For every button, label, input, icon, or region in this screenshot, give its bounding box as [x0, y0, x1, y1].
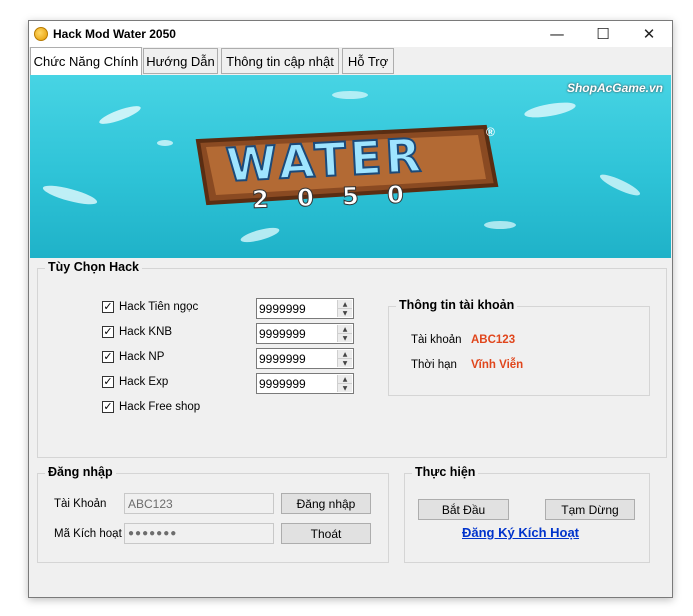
arrow-up-icon[interactable]: ▲ [338, 325, 352, 334]
logo-year: 2 0 5 0 [251, 180, 415, 215]
app-icon [34, 27, 48, 41]
hack-np-option[interactable]: ✓ Hack NP [102, 349, 164, 365]
watermark-text: ShopAcGame.vn [566, 81, 663, 95]
option-label: Hack Tiên ngọc [119, 301, 199, 313]
close-button[interactable]: ✕ [626, 21, 672, 47]
term-value: Vĩnh Viễn [471, 359, 524, 371]
arrow-down-icon[interactable]: ▼ [338, 334, 352, 342]
arrow-down-icon[interactable]: ▼ [338, 359, 352, 367]
login-button[interactable]: Đăng nhập [281, 493, 371, 514]
activation-code-input[interactable]: ●●●●●●● [124, 523, 274, 544]
option-label: Hack Free shop [119, 401, 201, 413]
account-label: Tài khoản [411, 334, 462, 346]
account-field-label: Tài Khoản [54, 498, 107, 510]
check-icon[interactable]: ✓ [102, 351, 114, 363]
hack-exp-option[interactable]: ✓ Hack Exp [102, 374, 168, 390]
stepper-value[interactable]: 9999999 [259, 352, 306, 366]
stepper-value[interactable]: 9999999 [259, 327, 306, 341]
app-window: Hack Mod Water 2050 — ☐ ✕ Chức Năng Chín… [28, 20, 673, 598]
login-group: Đăng nhập Tài Khoản ABC123 Mã Kích hoạt … [37, 465, 389, 563]
minimize-button[interactable]: — [534, 21, 580, 47]
account-info-title: Thông tin tài khoản [396, 298, 518, 312]
stepper-buttons: ▲ ▼ [337, 325, 352, 342]
actions-title: Thực hiện [412, 465, 479, 479]
stepper-value[interactable]: 9999999 [259, 302, 306, 316]
option-label: Hack KNB [119, 326, 173, 338]
hack-knb-option[interactable]: ✓ Hack KNB [102, 324, 172, 340]
arrow-down-icon[interactable]: ▼ [338, 384, 352, 392]
check-icon[interactable]: ✓ [102, 301, 114, 313]
term-label: Thời hạn [411, 359, 457, 371]
account-info-group: Thông tin tài khoản Tài khoản ABC123 Thờ… [388, 298, 650, 396]
tab-guide[interactable]: Hướng Dẫn [143, 48, 218, 74]
pause-button[interactable]: Tạm Dừng [545, 499, 635, 520]
activation-field-label: Mã Kích hoạt [54, 528, 122, 540]
window-title: Hack Mod Water 2050 [53, 27, 176, 41]
tien-ngoc-value-stepper[interactable]: 9999999 ▲ ▼ [256, 298, 354, 319]
tab-support[interactable]: Hỗ Trợ [342, 48, 394, 74]
arrow-up-icon[interactable]: ▲ [338, 350, 352, 359]
check-icon[interactable]: ✓ [102, 376, 114, 388]
stepper-value[interactable]: 9999999 [259, 377, 306, 391]
option-label: Hack Exp [119, 376, 169, 388]
logo-registered: ® [486, 125, 495, 139]
tab-strip: Chức Năng Chính Hướng Dẫn Thông tin cập … [29, 47, 672, 75]
check-icon[interactable]: ✓ [102, 326, 114, 338]
maximize-button[interactable]: ☐ [580, 21, 626, 47]
check-icon[interactable]: ✓ [102, 401, 114, 413]
knb-value-stepper[interactable]: 9999999 ▲ ▼ [256, 323, 354, 344]
account-value: ABC123 [471, 334, 516, 346]
hack-free-shop-option[interactable]: ✓ Hack Free shop [102, 399, 200, 415]
account-input[interactable]: ABC123 [124, 493, 274, 514]
hack-options-group: Tùy Chọn Hack ✓ Hack Tiên ngọc ✓ Hack KN… [37, 260, 667, 458]
hack-tien-ngoc-option[interactable]: ✓ Hack Tiên ngọc [102, 299, 198, 315]
exp-value-stepper[interactable]: 9999999 ▲ ▼ [256, 373, 354, 394]
arrow-up-icon[interactable]: ▲ [338, 300, 352, 309]
game-banner: ShopAcGame.vn WATER ® 2 0 5 0 [30, 75, 671, 258]
actions-group: Thực hiện Bắt Đầu Tạm Dừng Đăng Ký Kích … [404, 465, 650, 563]
np-value-stepper[interactable]: 9999999 ▲ ▼ [256, 348, 354, 369]
start-button[interactable]: Bắt Đầu [418, 499, 509, 520]
register-activation-link[interactable]: Đăng Ký Kích Hoạt [462, 525, 579, 540]
login-title: Đăng nhập [45, 465, 116, 479]
arrow-down-icon[interactable]: ▼ [338, 309, 352, 317]
stepper-buttons: ▲ ▼ [337, 300, 352, 317]
tab-main-functions[interactable]: Chức Năng Chính [30, 47, 142, 75]
title-bar: Hack Mod Water 2050 — ☐ ✕ [29, 21, 672, 47]
exit-button[interactable]: Thoát [281, 523, 371, 544]
option-label: Hack NP [119, 351, 165, 363]
stepper-buttons: ▲ ▼ [337, 350, 352, 367]
arrow-up-icon[interactable]: ▲ [338, 375, 352, 384]
tab-update-info[interactable]: Thông tin cập nhật [221, 48, 339, 74]
hack-options-title: Tùy Chọn Hack [45, 260, 142, 274]
stepper-buttons: ▲ ▼ [337, 375, 352, 392]
